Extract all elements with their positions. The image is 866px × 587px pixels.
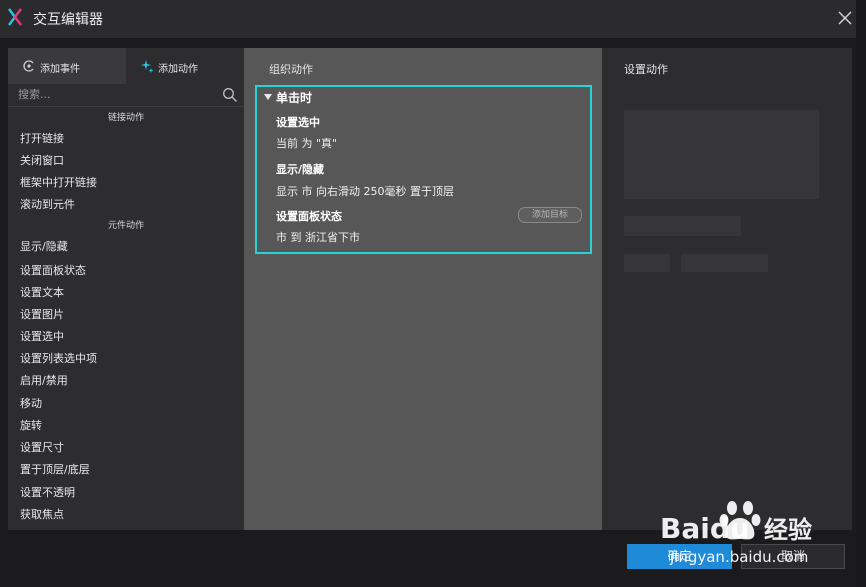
action-title[interactable]: 显示/隐藏 xyxy=(276,161,324,177)
section-header-widget-actions: 元件动作 xyxy=(107,221,144,231)
list-item[interactable]: 设置不透明 xyxy=(20,484,75,500)
window-title: 交互编辑器 xyxy=(33,12,103,28)
list-item[interactable]: 设置图片 xyxy=(20,306,64,322)
title-bar: 交互编辑器 xyxy=(0,0,866,38)
window-edge xyxy=(856,0,866,587)
list-item[interactable]: 滚动到元件 xyxy=(20,196,75,212)
action-title[interactable]: 设置选中 xyxy=(276,114,320,130)
list-item[interactable]: 旋转 xyxy=(20,417,42,433)
list-item[interactable]: 设置面板状态 xyxy=(20,262,86,278)
action-description[interactable]: 市 到 浙江省下市 xyxy=(276,229,360,245)
sparkle-action-icon xyxy=(141,60,154,73)
tab-label: 添加事件 xyxy=(40,64,80,75)
search-icon[interactable] xyxy=(222,87,238,103)
action-title[interactable]: 设置面板状态 xyxy=(276,208,342,224)
action-description[interactable]: 当前 为 "真" xyxy=(276,135,337,151)
list-item[interactable]: 置于顶层/底层 xyxy=(20,461,90,477)
list-item[interactable]: 显示/隐藏 xyxy=(20,238,68,254)
list-item[interactable]: 设置尺寸 xyxy=(20,439,64,455)
tab-label: 添加动作 xyxy=(158,64,198,75)
panel-title: 组织动作 xyxy=(269,63,313,76)
placeholder-block xyxy=(681,254,768,272)
tab-add-action[interactable]: 添加动作 xyxy=(126,48,244,84)
case-block[interactable]: 单击时 设置选中 当前 为 "真" 显示/隐藏 显示 市 向右滑动 250毫秒 … xyxy=(255,85,592,254)
list-item[interactable]: 启用/禁用 xyxy=(20,372,68,388)
list-item[interactable]: 设置选中 xyxy=(20,328,64,344)
watermark-suffix: 经验 xyxy=(764,516,812,544)
list-item[interactable]: 打开链接 xyxy=(20,130,64,146)
tab-add-event[interactable]: 添加事件 xyxy=(8,48,126,84)
placeholder-block xyxy=(624,216,741,236)
action-library-panel: 添加事件 添加动作 链接动作 打开链接 关闭窗口 框架中打开链接 滚动到元件 元… xyxy=(8,48,244,530)
watermark-url: jingyan.baidu.com xyxy=(669,548,808,566)
organize-actions-panel: 组织动作 单击时 设置选中 当前 为 "真" 显示/隐藏 显示 市 向右滑动 2… xyxy=(244,48,602,530)
list-item[interactable]: 框架中打开链接 xyxy=(20,174,97,190)
search-bar xyxy=(8,84,244,107)
panel-title: 设置动作 xyxy=(624,63,668,76)
baidu-jingyan-watermark: Baidu 经验 jingyan.baidu.com xyxy=(660,501,812,566)
list-item[interactable]: 设置文本 xyxy=(20,284,64,300)
list-item[interactable]: 设置列表选中项 xyxy=(20,350,97,366)
caret-down-icon[interactable] xyxy=(264,93,272,101)
case-name[interactable]: 单击时 xyxy=(276,89,312,106)
placeholder-block xyxy=(624,254,670,272)
list-item[interactable]: 获取焦点 xyxy=(20,506,64,522)
add-target-button[interactable]: 添加目标 xyxy=(518,207,582,223)
watermark-brand: Baidu xyxy=(660,512,750,545)
axure-logo-icon xyxy=(8,8,22,26)
search-input[interactable] xyxy=(18,86,213,103)
list-item[interactable]: 关闭窗口 xyxy=(20,152,64,168)
configure-action-panel: 设置动作 xyxy=(602,48,852,530)
placeholder-block xyxy=(624,110,819,199)
event-icon xyxy=(23,60,34,72)
action-description[interactable]: 显示 市 向右滑动 250毫秒 置于顶层 xyxy=(276,183,454,199)
close-icon[interactable] xyxy=(835,8,855,28)
list-item[interactable]: 移动 xyxy=(20,395,42,411)
section-header-link-actions: 链接动作 xyxy=(107,113,144,123)
